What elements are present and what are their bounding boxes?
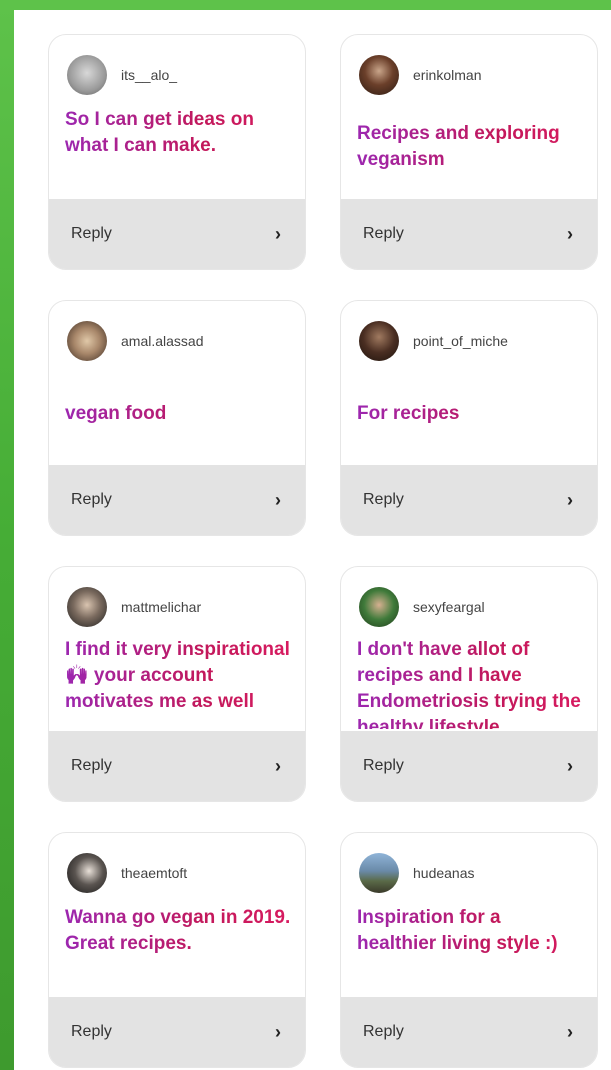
- response-card: its__alo_ So I can get ideas on what I c…: [48, 34, 306, 270]
- response-text: Inspiration for a healthier living style…: [357, 905, 585, 985]
- response-card: mattmelichar I find it very inspirationa…: [48, 566, 306, 802]
- username[interactable]: amal.alassad: [121, 333, 204, 349]
- card-header: theaemtoft: [67, 851, 295, 895]
- response-text: I don't have allot of recipes and I have…: [357, 637, 585, 729]
- responses-panel: its__alo_ So I can get ideas on what I c…: [14, 10, 611, 1070]
- username[interactable]: sexyfeargal: [413, 599, 485, 615]
- card-header: mattmelichar: [67, 585, 295, 629]
- chevron-right-icon: ›: [567, 223, 573, 244]
- chevron-right-icon: ›: [275, 755, 281, 776]
- reply-label: Reply: [71, 491, 112, 508]
- reply-label: Reply: [363, 491, 404, 508]
- response-card: hudeanas Inspiration for a healthier liv…: [340, 832, 598, 1068]
- reply-button[interactable]: Reply ›: [341, 465, 597, 535]
- avatar[interactable]: [67, 587, 107, 627]
- card-header: point_of_miche: [359, 319, 587, 363]
- card-header: sexyfeargal: [359, 585, 587, 629]
- avatar[interactable]: [359, 853, 399, 893]
- reply-label: Reply: [363, 1023, 404, 1040]
- username[interactable]: erinkolman: [413, 67, 481, 83]
- avatar[interactable]: [67, 321, 107, 361]
- username[interactable]: hudeanas: [413, 865, 475, 881]
- reply-label: Reply: [363, 757, 404, 774]
- reply-label: Reply: [71, 757, 112, 774]
- reply-button[interactable]: Reply ›: [49, 199, 305, 269]
- reply-button[interactable]: Reply ›: [341, 199, 597, 269]
- response-card: sexyfeargal I don't have allot of recipe…: [340, 566, 598, 802]
- response-card: erinkolman Recipes and exploring veganis…: [340, 34, 598, 270]
- chevron-right-icon: ›: [275, 489, 281, 510]
- chevron-right-icon: ›: [567, 489, 573, 510]
- avatar[interactable]: [359, 321, 399, 361]
- avatar[interactable]: [359, 587, 399, 627]
- reply-label: Reply: [71, 225, 112, 242]
- reply-label: Reply: [363, 225, 404, 242]
- response-card: theaemtoft Wanna go vegan in 2019. Great…: [48, 832, 306, 1068]
- reply-button[interactable]: Reply ›: [341, 997, 597, 1067]
- username[interactable]: its__alo_: [121, 67, 177, 83]
- chevron-right-icon: ›: [275, 1021, 281, 1042]
- response-text: Wanna go vegan in 2019. Great recipes.: [65, 905, 293, 985]
- response-card: amal.alassad vegan food Reply ›: [48, 300, 306, 536]
- reply-button[interactable]: Reply ›: [49, 997, 305, 1067]
- card-header: hudeanas: [359, 851, 587, 895]
- username[interactable]: point_of_miche: [413, 333, 508, 349]
- reply-label: Reply: [71, 1023, 112, 1040]
- username[interactable]: theaemtoft: [121, 865, 187, 881]
- card-header: its__alo_: [67, 53, 295, 97]
- chevron-right-icon: ›: [275, 223, 281, 244]
- avatar[interactable]: [67, 853, 107, 893]
- username[interactable]: mattmelichar: [121, 599, 201, 615]
- avatar[interactable]: [67, 55, 107, 95]
- reply-button[interactable]: Reply ›: [49, 731, 305, 801]
- avatar[interactable]: [359, 55, 399, 95]
- reply-button[interactable]: Reply ›: [49, 465, 305, 535]
- response-text: So I can get ideas on what I can make.: [65, 107, 293, 187]
- chevron-right-icon: ›: [567, 755, 573, 776]
- chevron-right-icon: ›: [567, 1021, 573, 1042]
- response-text: Recipes and exploring veganism: [357, 121, 585, 201]
- response-card: point_of_miche For recipes Reply ›: [340, 300, 598, 536]
- card-header: erinkolman: [359, 53, 587, 97]
- response-text: I find it very inspirational 🙌 your acco…: [65, 637, 293, 729]
- reply-button[interactable]: Reply ›: [341, 731, 597, 801]
- card-header: amal.alassad: [67, 319, 295, 363]
